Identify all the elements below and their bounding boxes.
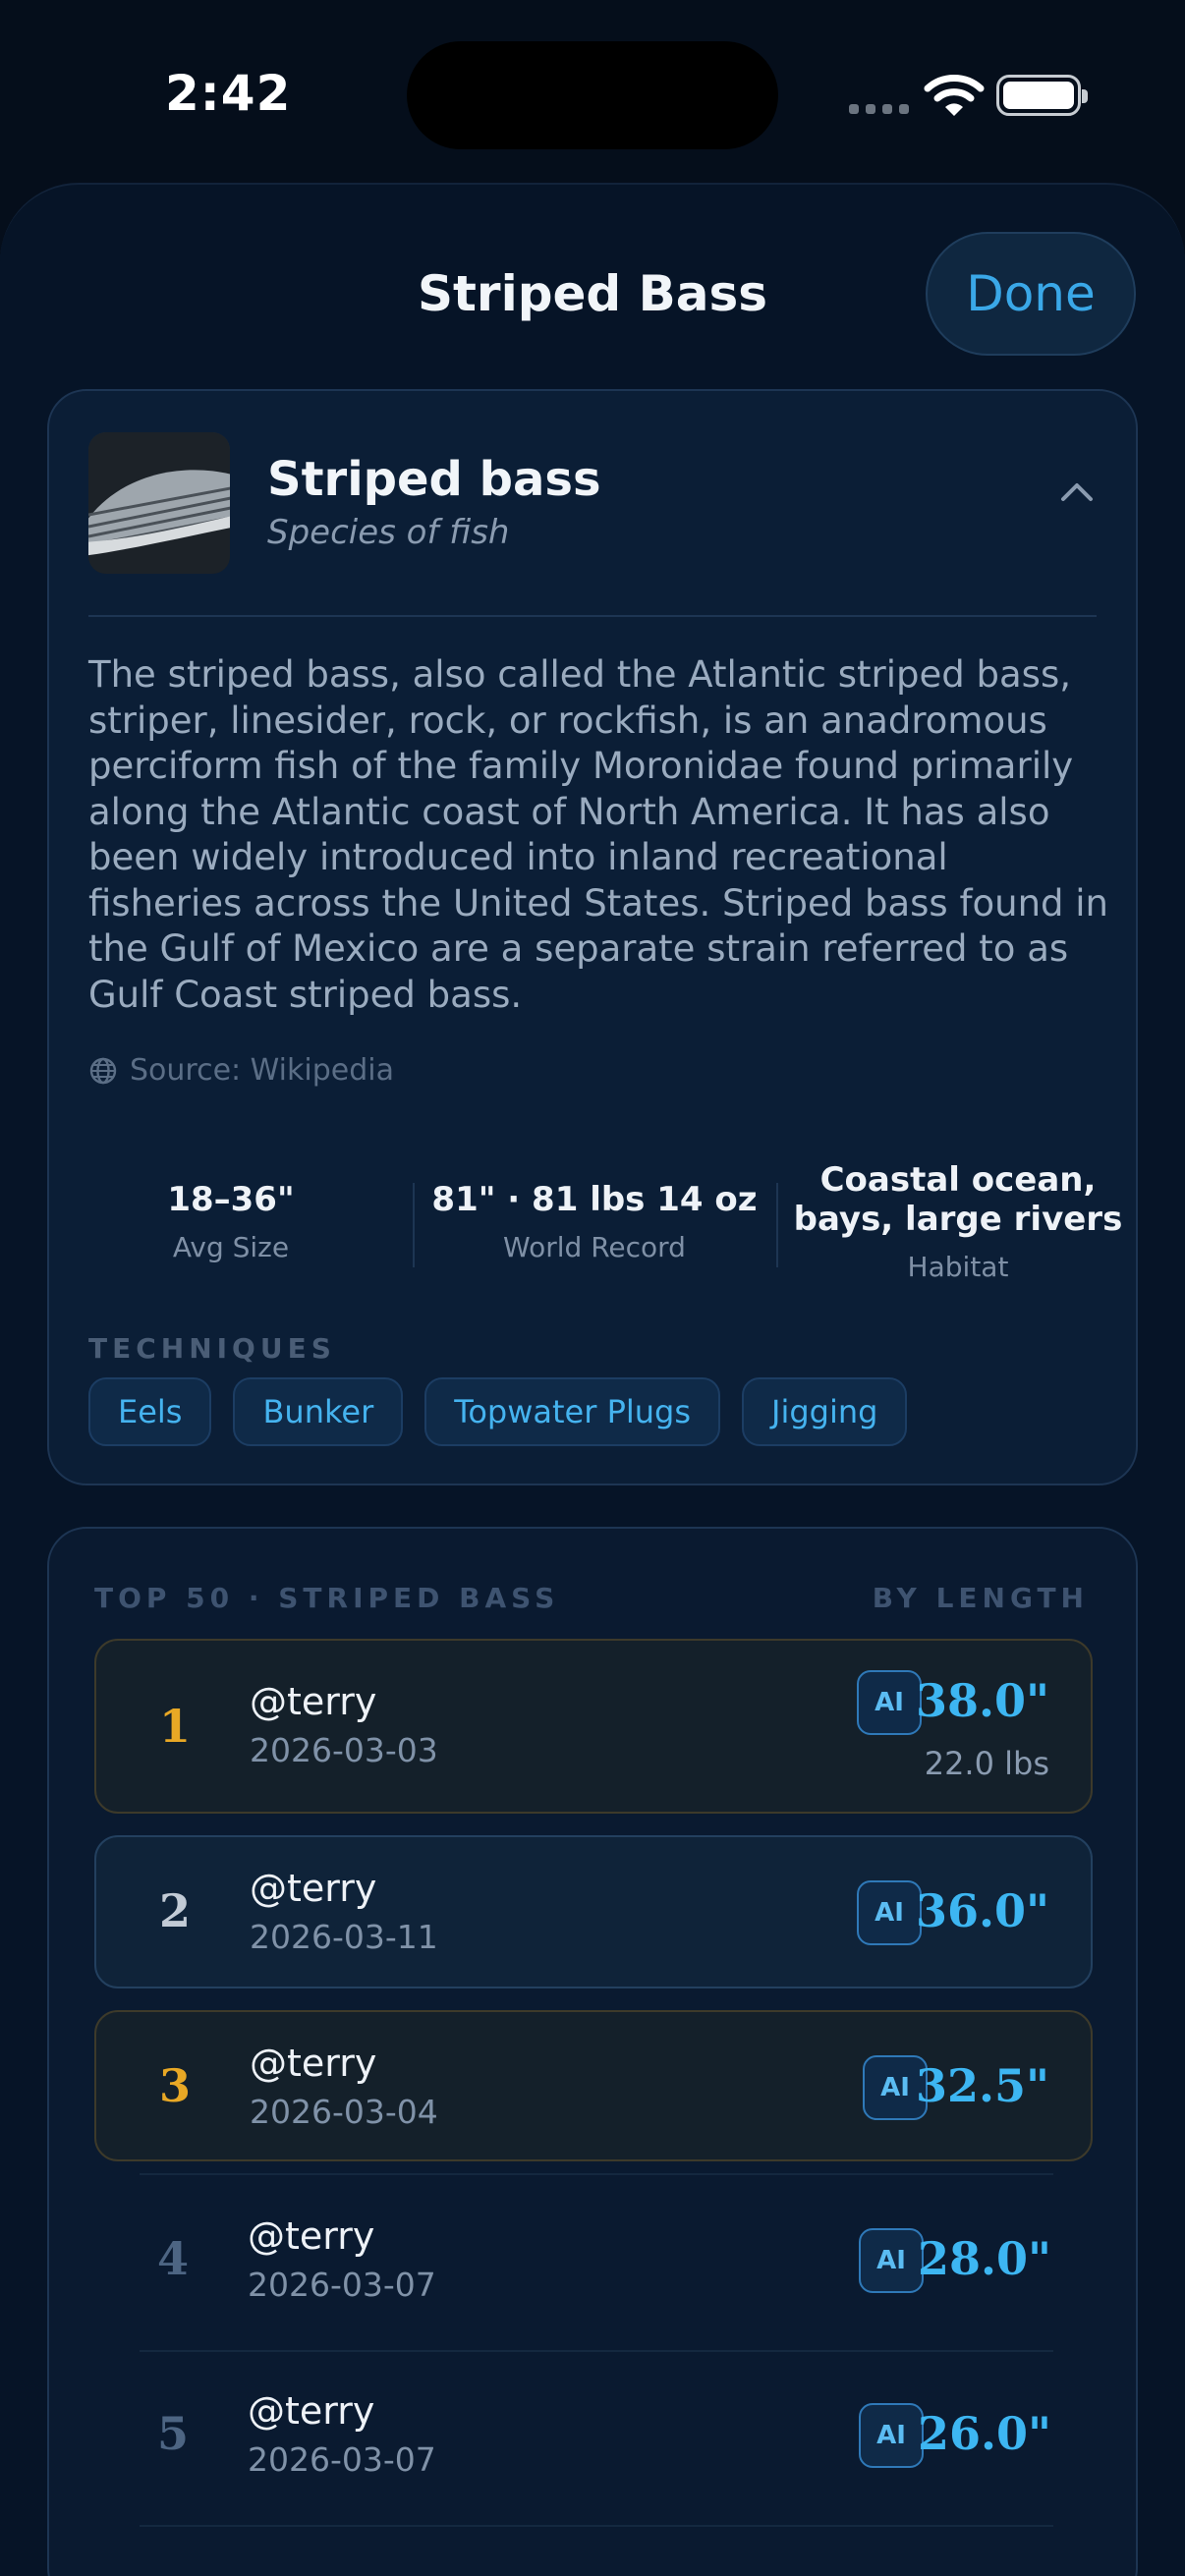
ai-badge: AI: [859, 2228, 924, 2293]
divider: [88, 615, 1097, 617]
technique-chip[interactable]: Eels: [88, 1377, 212, 1446]
cellular-signal-icon: [849, 104, 909, 114]
source-label: Source: Wikipedia: [130, 1053, 394, 1088]
stat-value: 18–36": [167, 1179, 295, 1219]
species-subtitle: Species of fish: [267, 513, 510, 552]
stat-avg-size: 18–36" Avg Size: [49, 1148, 413, 1295]
ai-badge: AI: [857, 1670, 922, 1735]
technique-chip[interactable]: Jigging: [742, 1377, 908, 1446]
leaderboard-title: TOP 50 · STRIPED BASS: [94, 1582, 560, 1614]
leaderboard-row[interactable]: 4 @terry 2026-03-07 AI 28.0": [94, 2177, 1093, 2350]
species-description: The striped bass, also called the Atlant…: [88, 653, 1109, 1016]
rank-number: 5: [156, 2407, 189, 2460]
rank-number: 1: [158, 1700, 191, 1753]
row-divider: [140, 2173, 1053, 2175]
catch-length: 26.0": [917, 2407, 1051, 2460]
leaderboard-row[interactable]: 2 @terry 2026-03-11 AI 36.0": [94, 1835, 1093, 1988]
technique-chip[interactable]: Topwater Plugs: [424, 1377, 721, 1446]
username: @terry: [250, 2042, 377, 2085]
catch-date: 2026-03-04: [250, 2093, 438, 2131]
ai-badge: AI: [857, 1880, 922, 1945]
username: @terry: [248, 2389, 375, 2433]
catch-length: 32.5": [915, 2059, 1049, 2112]
stat-habitat: Coastal ocean, bays, large rivers Habita…: [776, 1148, 1140, 1295]
rank-number: 3: [158, 2059, 191, 2112]
catch-date: 2026-03-07: [248, 2440, 436, 2479]
stat-label: Avg Size: [172, 1230, 290, 1263]
catch-length: 28.0": [917, 2232, 1051, 2285]
catch-date: 2026-03-11: [250, 1918, 438, 1956]
catch-date: 2026-03-03: [250, 1731, 438, 1769]
catch-length: 38.0": [915, 1674, 1049, 1727]
leaderboard-row[interactable]: 3 @terry 2026-03-04 AI 32.5": [94, 2010, 1093, 2161]
rank-number: 2: [158, 1884, 191, 1937]
username: @terry: [248, 2214, 375, 2258]
stat-value: Coastal ocean, bays, large rivers: [793, 1159, 1123, 1239]
chevron-up-icon[interactable]: [1057, 476, 1097, 505]
species-name: Striped bass: [267, 452, 601, 507]
done-button[interactable]: Done: [926, 232, 1136, 356]
catch-date: 2026-03-07: [248, 2266, 436, 2304]
technique-chip[interactable]: Bunker: [233, 1377, 404, 1446]
globe-icon: [89, 1057, 117, 1084]
stat-label: World Record: [503, 1230, 686, 1263]
techniques-heading: TECHNIQUES: [88, 1332, 336, 1365]
fish-thumbnail-image: [88, 432, 230, 574]
dynamic-island: [407, 41, 778, 149]
ai-badge: AI: [859, 2403, 924, 2468]
species-stats: 18–36" Avg Size 81" · 81 lbs 14 oz World…: [49, 1148, 1140, 1295]
wifi-icon: [924, 75, 985, 116]
username: @terry: [250, 1867, 377, 1910]
leaderboard-row[interactable]: 1 @terry 2026-03-03 AI 38.0" 22.0 lbs: [94, 1639, 1093, 1814]
leaderboard-card: TOP 50 · STRIPED BASS BY LENGTH 1 @terry…: [47, 1527, 1138, 2576]
technique-chips: Eels Bunker Topwater Plugs Jigging: [88, 1377, 908, 1446]
leaderboard-row[interactable]: 5 @terry 2026-03-07 AI 26.0": [94, 2352, 1093, 2527]
stat-label: Habitat: [907, 1250, 1009, 1283]
stat-value: 81" · 81 lbs 14 oz: [431, 1179, 758, 1219]
battery-icon: [996, 75, 1088, 116]
sort-label[interactable]: BY LENGTH: [873, 1582, 1089, 1614]
row-divider: [140, 2525, 1053, 2527]
rank-number: 4: [156, 2232, 189, 2285]
species-info-card: Striped bass Species of fish The striped…: [47, 389, 1138, 1485]
status-time: 2:42: [165, 65, 292, 122]
stat-world-record: 81" · 81 lbs 14 oz World Record: [413, 1148, 776, 1295]
catch-weight: 22.0 lbs: [924, 1745, 1049, 1782]
source-link[interactable]: Source: Wikipedia: [88, 1053, 394, 1088]
username: @terry: [250, 1680, 377, 1723]
catch-length: 36.0": [915, 1884, 1049, 1937]
